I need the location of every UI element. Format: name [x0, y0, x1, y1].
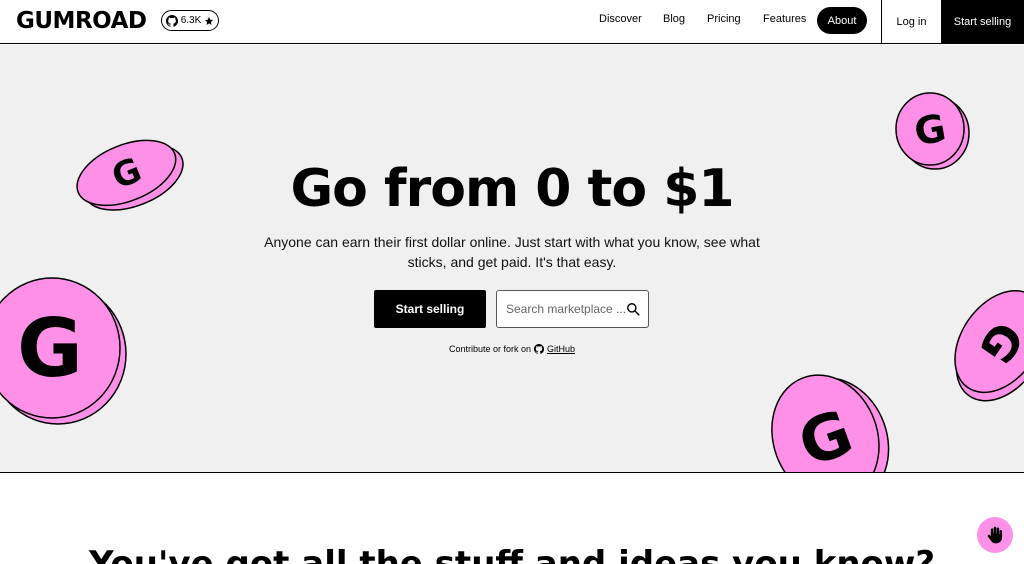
- search-input[interactable]: [506, 302, 626, 316]
- marketplace-search[interactable]: [496, 290, 649, 328]
- header-start-selling-button[interactable]: Start selling: [941, 0, 1024, 44]
- github-stars-badge[interactable]: 6.3K: [161, 10, 219, 31]
- section-title: You've got all the stuff and ideas you k…: [88, 544, 936, 564]
- hero-section: G G G G G Go from 0 to $1 Anyone can ear…: [0, 45, 1024, 473]
- nav-discover[interactable]: Discover: [599, 13, 642, 25]
- contribute-text: Contribute or fork on: [448, 344, 532, 354]
- chat-hand-icon: [987, 526, 1003, 544]
- nav-features[interactable]: Features: [763, 13, 806, 25]
- gumroad-logo[interactable]: GUMROAD: [16, 8, 147, 34]
- search-icon[interactable]: [626, 302, 640, 316]
- contribute-line: Contribute or fork on GitHub: [0, 344, 1024, 354]
- nav-pricing[interactable]: Pricing: [707, 13, 741, 25]
- site-header: GUMROAD 6.3K Discover Blog Pricing Featu…: [0, 0, 1024, 44]
- github-icon: [534, 344, 545, 354]
- hero-start-selling-button[interactable]: Start selling: [374, 290, 486, 328]
- github-link[interactable]: GitHub: [547, 344, 575, 354]
- gumroad-coin-icon: G: [771, 374, 890, 472]
- nav-blog[interactable]: Blog: [663, 13, 685, 25]
- github-stars-count: 6.3K: [180, 15, 202, 26]
- star-icon: [205, 16, 214, 25]
- login-button[interactable]: Log in: [881, 0, 941, 44]
- hero-title: Go from 0 to $1: [290, 159, 734, 219]
- nav-about[interactable]: About: [817, 7, 867, 34]
- help-chat-button[interactable]: [977, 517, 1013, 553]
- hero-subtitle: Anyone can earn their first dollar onlin…: [264, 234, 760, 270]
- github-icon: [165, 14, 178, 27]
